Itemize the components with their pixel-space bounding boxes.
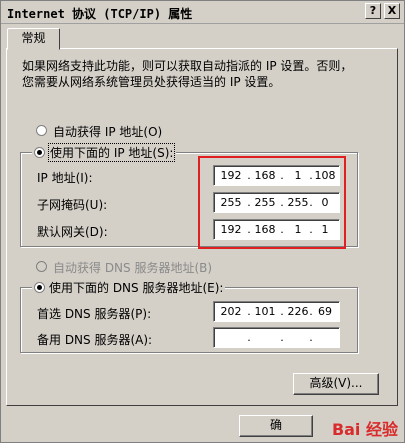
ip-octet-4: 108 (314, 169, 336, 182)
mask-octet-1: 255 (220, 196, 242, 209)
gw-octet-2: 168 (254, 223, 276, 236)
default-gateway-input[interactable]: 192 . 168 . 1 . 1 (213, 219, 340, 240)
ok-button[interactable]: 确 (239, 415, 313, 437)
watermark-text: Bai 经验 (331, 420, 398, 439)
pdns-octet-2: 101 (254, 305, 276, 318)
ip-octet-1: 192 (220, 169, 242, 182)
gw-octet-1: 192 (220, 223, 242, 236)
ip-octet-3: 1 (294, 169, 302, 182)
subnet-mask-input[interactable]: 255 . 255 . 255 . 0 (213, 192, 340, 213)
alternate-dns-input[interactable]: . . . (213, 327, 340, 348)
help-button[interactable]: ? (365, 3, 381, 19)
pdns-octet-4: 69 (318, 305, 332, 318)
gw-octet-4: 1 (321, 223, 329, 236)
tab-general[interactable]: 常规 (7, 28, 60, 50)
ip-octet-2: 168 (254, 169, 276, 182)
description: 如果网络支持此功能，则可以获取自动指派的 IP 设置。否则， 您需要从网络系统管… (22, 58, 382, 90)
ip-address-input[interactable]: 192 . 168 . 1 . 108 (213, 165, 340, 186)
manual-ip-label[interactable]: 使用下面的 IP 地址(S): (47, 143, 176, 162)
ip-group-legend: 使用下面的 IP 地址(S): (32, 143, 177, 162)
dialog-window: Internet 协议 (TCP/IP) 属性 ? X 常规 如果网络支持此功能… (0, 0, 405, 443)
mask-octet-4: 0 (321, 196, 329, 209)
default-gateway-label: 默认网关(D): (37, 225, 108, 239)
watermark: Bai 经验 (332, 416, 398, 440)
window-title: Internet 协议 (TCP/IP) 属性 (7, 7, 193, 21)
adns-dot: . (280, 331, 284, 344)
dns-group-legend: 使用下面的 DNS 服务器地址(E): (32, 279, 226, 296)
adns-dot: . (309, 331, 313, 344)
pdns-octet-1: 202 (220, 305, 242, 318)
description-line-2: 您需要从网络系统管理员处获得适当的 IP 设置。 (22, 75, 281, 89)
auto-ip-label[interactable]: 自动获得 IP 地址(O) (53, 123, 162, 140)
auto-dns-radio (36, 261, 47, 272)
subnet-mask-label: 子网掩码(U): (37, 198, 108, 212)
ip-address-label: IP 地址(I): (37, 171, 93, 185)
manual-dns-radio[interactable] (34, 282, 45, 293)
manual-ip-radio[interactable] (34, 147, 45, 158)
preferred-dns-label: 首选 DNS 服务器(P): (37, 307, 152, 321)
preferred-dns-input[interactable]: 202 . 101 . 226 . 69 (213, 301, 340, 322)
advanced-button[interactable]: 高级(V)... (293, 373, 379, 395)
description-line-1: 如果网络支持此功能，则可以获取自动指派的 IP 设置。否则， (22, 59, 353, 73)
pdns-octet-3: 226 (287, 305, 309, 318)
manual-dns-label[interactable]: 使用下面的 DNS 服务器地址(E): (49, 279, 223, 296)
close-button[interactable]: X (384, 3, 400, 19)
auto-dns-label: 自动获得 DNS 服务器地址(B) (53, 261, 213, 275)
adns-dot: . (247, 331, 251, 344)
alternate-dns-label: 备用 DNS 服务器(A): (37, 333, 153, 347)
mask-octet-3: 255 (287, 196, 309, 209)
auto-ip-radio[interactable] (36, 125, 47, 136)
title-bar[interactable]: Internet 协议 (TCP/IP) 属性 ? X (1, 1, 404, 24)
gw-octet-3: 1 (294, 223, 302, 236)
mask-octet-2: 255 (254, 196, 276, 209)
